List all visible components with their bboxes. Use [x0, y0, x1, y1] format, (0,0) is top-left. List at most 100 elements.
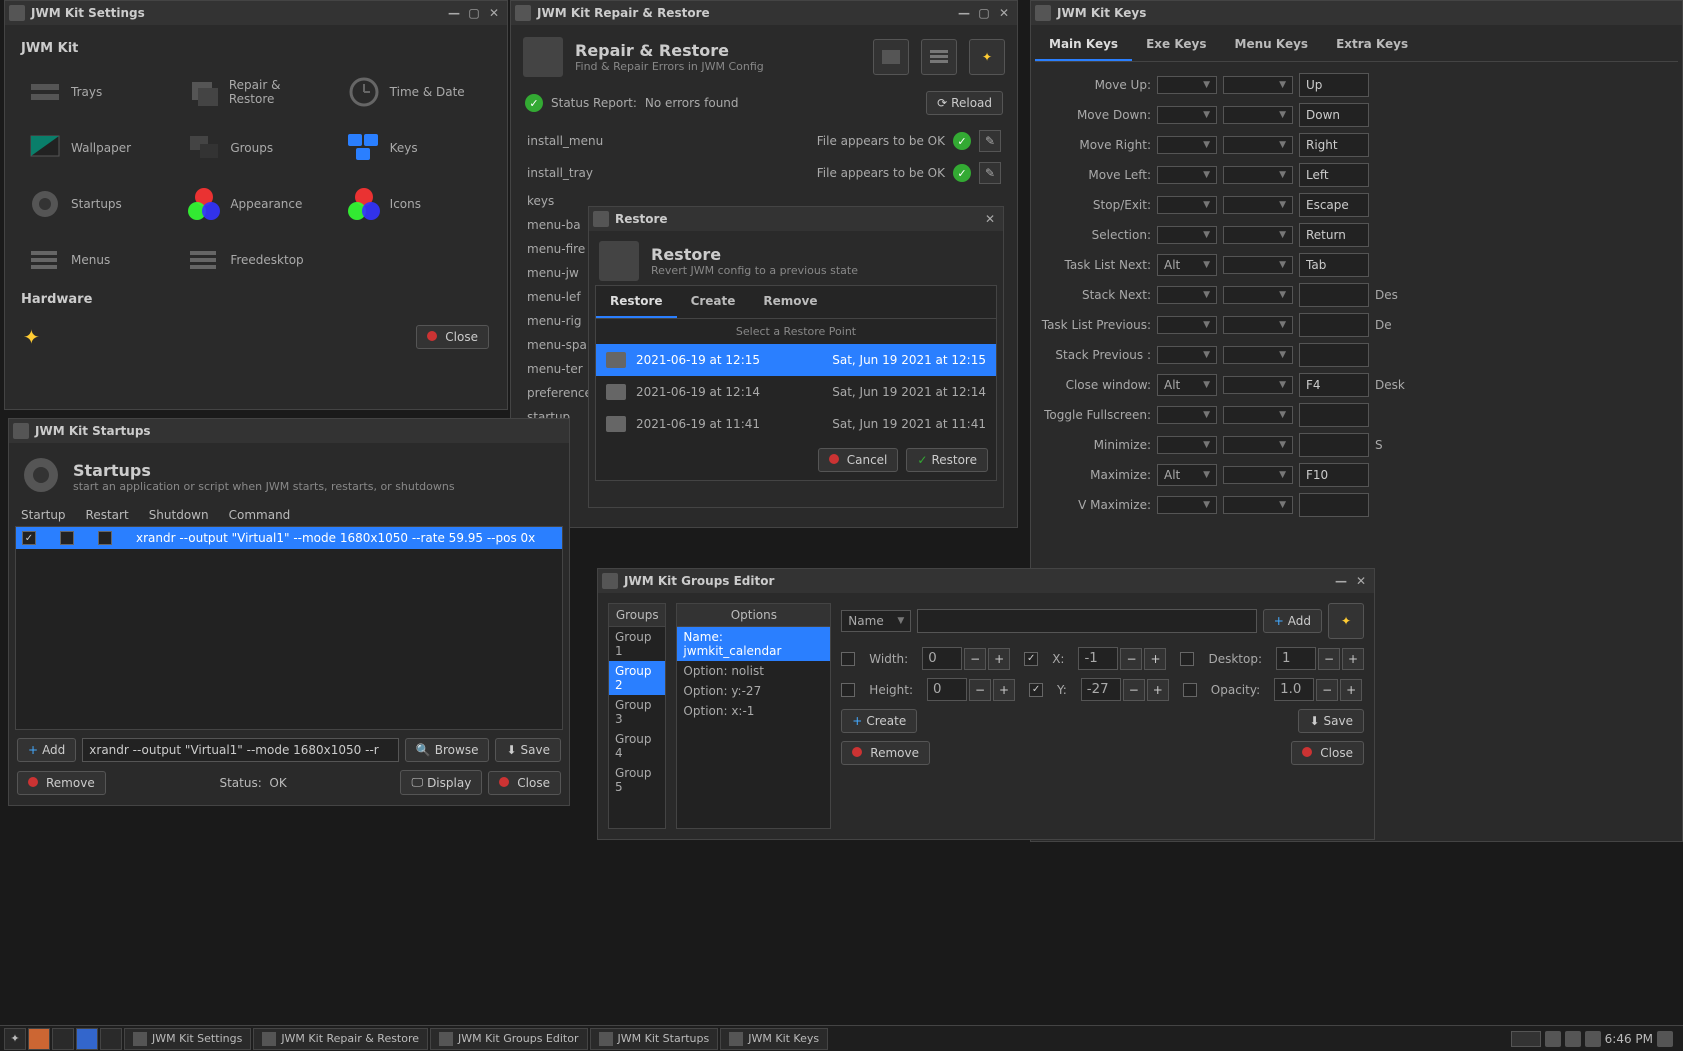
- reload-button[interactable]: ⟳ Reload: [926, 91, 1003, 115]
- restart-checkbox[interactable]: [60, 531, 74, 545]
- settings-close-button[interactable]: Close: [416, 325, 489, 349]
- modifier1-dropdown[interactable]: ▼: [1157, 316, 1217, 334]
- tile-menus[interactable]: Menus: [21, 236, 172, 284]
- restore-point[interactable]: 2021-06-19 at 12:15Sat, Jun 19 2021 at 1…: [596, 344, 996, 376]
- opacity-minus[interactable]: −: [1316, 679, 1338, 701]
- save-button[interactable]: ⬇ Save: [495, 738, 561, 762]
- height-plus[interactable]: +: [993, 679, 1015, 701]
- modifier2-dropdown[interactable]: ▼: [1223, 346, 1293, 364]
- close-button[interactable]: ✕: [485, 4, 503, 22]
- startup-checkbox[interactable]: [22, 531, 36, 545]
- name-dropdown[interactable]: Name▼: [841, 610, 911, 632]
- tile-wallpaper[interactable]: Wallpaper: [21, 124, 172, 172]
- width-input[interactable]: [922, 647, 962, 670]
- option-item[interactable]: Option: nolist: [677, 661, 830, 681]
- key-input[interactable]: [1299, 163, 1369, 187]
- browse-button[interactable]: 🔍 Browse: [405, 738, 490, 762]
- minimize-button[interactable]: —: [1332, 572, 1350, 590]
- key-input[interactable]: [1299, 253, 1369, 277]
- key-input[interactable]: [1299, 343, 1369, 367]
- cancel-button[interactable]: Cancel: [818, 448, 899, 472]
- toolbar-button-star[interactable]: ✦: [969, 39, 1005, 75]
- modifier2-dropdown[interactable]: ▼: [1223, 496, 1293, 514]
- tile-startups[interactable]: Startups: [21, 180, 172, 228]
- tile-freedesktop[interactable]: Freedesktop: [180, 236, 331, 284]
- clock[interactable]: 6:46 PM: [1605, 1032, 1653, 1046]
- tray-icon[interactable]: [1565, 1031, 1581, 1047]
- create-button[interactable]: + Create: [841, 709, 917, 733]
- desktop-minus[interactable]: −: [1318, 648, 1340, 670]
- option-item[interactable]: Name: jwmkit_calendar: [677, 627, 830, 661]
- group-item[interactable]: Group 5: [609, 763, 665, 797]
- modifier1-dropdown[interactable]: ▼: [1157, 136, 1217, 154]
- modifier1-dropdown[interactable]: ▼: [1157, 346, 1217, 364]
- x-minus[interactable]: −: [1120, 648, 1142, 670]
- opacity-plus[interactable]: +: [1340, 679, 1362, 701]
- key-input[interactable]: [1299, 283, 1369, 307]
- group-item[interactable]: Group 1: [609, 627, 665, 661]
- display-button[interactable]: 🖵 Display: [400, 770, 482, 795]
- close-button[interactable]: ✕: [995, 4, 1013, 22]
- key-input[interactable]: [1299, 493, 1369, 517]
- launcher-firefox[interactable]: [28, 1028, 50, 1050]
- restore-titlebar[interactable]: Restore ✕: [589, 207, 1003, 231]
- file-row[interactable]: install_menuFile appears to be OK✓✎: [525, 125, 1003, 157]
- tray-icon[interactable]: [1657, 1031, 1673, 1047]
- y-checkbox[interactable]: [1029, 683, 1043, 697]
- key-input[interactable]: [1299, 133, 1369, 157]
- tile-trays[interactable]: Trays: [21, 68, 172, 116]
- task-button[interactable]: JWM Kit Keys: [720, 1028, 828, 1050]
- close-button[interactable]: ✕: [981, 210, 999, 228]
- file-row[interactable]: install_trayFile appears to be OK✓✎: [525, 157, 1003, 189]
- x-input[interactable]: [1078, 647, 1118, 670]
- maximize-button[interactable]: ▢: [465, 4, 483, 22]
- close-button[interactable]: Close: [1291, 741, 1364, 765]
- maximize-button[interactable]: ▢: [975, 4, 993, 22]
- tile-repair[interactable]: Repair & Restore: [180, 68, 331, 116]
- y-input[interactable]: [1081, 678, 1121, 701]
- key-input[interactable]: [1299, 313, 1369, 337]
- modifier2-dropdown[interactable]: ▼: [1223, 436, 1293, 454]
- modifier2-dropdown[interactable]: ▼: [1223, 316, 1293, 334]
- modifier1-dropdown[interactable]: ▼: [1157, 196, 1217, 214]
- add-button[interactable]: + Add: [17, 738, 76, 762]
- opacity-input[interactable]: [1274, 678, 1314, 701]
- height-input[interactable]: [927, 678, 967, 701]
- desktop-checkbox[interactable]: [1180, 652, 1194, 666]
- key-input[interactable]: [1299, 433, 1369, 457]
- opacity-checkbox[interactable]: [1183, 683, 1197, 697]
- key-input[interactable]: [1299, 103, 1369, 127]
- group-item[interactable]: Group 4: [609, 729, 665, 763]
- option-item[interactable]: Option: x:-1: [677, 701, 830, 721]
- modifier1-dropdown[interactable]: ▼: [1157, 226, 1217, 244]
- x-checkbox[interactable]: [1024, 652, 1038, 666]
- startup-row[interactable]: xrandr --output "Virtual1" --mode 1680x1…: [16, 527, 562, 549]
- desktop-input[interactable]: [1276, 647, 1316, 670]
- star-button[interactable]: ✦: [1328, 603, 1364, 639]
- width-plus[interactable]: +: [988, 648, 1010, 670]
- group-item[interactable]: Group 3: [609, 695, 665, 729]
- save-button[interactable]: ⬇ Save: [1298, 709, 1364, 733]
- tile-groups[interactable]: Groups: [180, 124, 331, 172]
- modifier2-dropdown[interactable]: ▼: [1223, 166, 1293, 184]
- start-menu-button[interactable]: ✦: [4, 1028, 26, 1050]
- restore-button[interactable]: ✓ Restore: [906, 448, 988, 472]
- star-icon[interactable]: ✦: [23, 325, 40, 349]
- task-button[interactable]: JWM Kit Groups Editor: [430, 1028, 587, 1050]
- group-item[interactable]: Group 2: [609, 661, 665, 695]
- keys-titlebar[interactable]: JWM Kit Keys: [1031, 1, 1682, 25]
- minimize-button[interactable]: —: [445, 4, 463, 22]
- tray-icon[interactable]: [1545, 1031, 1561, 1047]
- option-item[interactable]: Option: y:-27: [677, 681, 830, 701]
- toolbar-button-list[interactable]: [921, 39, 957, 75]
- modifier1-dropdown[interactable]: ▼: [1157, 406, 1217, 424]
- launcher-editor[interactable]: [100, 1028, 122, 1050]
- name-input[interactable]: [917, 609, 1256, 633]
- y-minus[interactable]: −: [1123, 679, 1145, 701]
- height-checkbox[interactable]: [841, 683, 855, 697]
- modifier2-dropdown[interactable]: ▼: [1223, 286, 1293, 304]
- remove-button[interactable]: Remove: [17, 771, 106, 795]
- task-button[interactable]: JWM Kit Settings: [124, 1028, 251, 1050]
- modifier2-dropdown[interactable]: ▼: [1223, 106, 1293, 124]
- task-button[interactable]: JWM Kit Repair & Restore: [253, 1028, 428, 1050]
